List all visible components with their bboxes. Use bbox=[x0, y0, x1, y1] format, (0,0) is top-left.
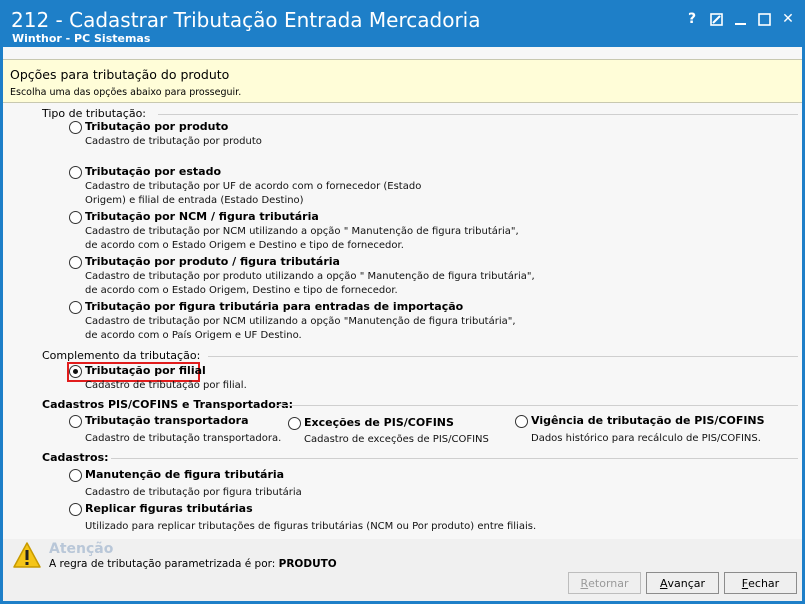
radio-vigencia-pis-cofins[interactable] bbox=[515, 415, 528, 428]
option-desc-ncm: Cadastro de tributação por NCM utilizand… bbox=[85, 226, 519, 251]
back-button[interactable]: Retornar bbox=[568, 572, 641, 594]
option-label-manutencao[interactable]: Manutenção de figura tributária bbox=[85, 468, 284, 481]
application-window: 212 - Cadastrar Tributação Entrada Merca… bbox=[0, 0, 805, 604]
back-rest: etornar bbox=[588, 576, 629, 590]
next-button[interactable]: Avançar bbox=[646, 572, 719, 594]
warning-title: Atenção bbox=[49, 541, 114, 557]
option-label-importacao[interactable]: Tributação por figura tributária para en… bbox=[85, 300, 463, 313]
radio-tributacao-filial[interactable] bbox=[69, 365, 82, 378]
close-rest: echar bbox=[748, 576, 780, 590]
radio-replicar-figuras[interactable] bbox=[69, 503, 82, 516]
option-desc-manutencao: Cadastro de tributação por figura tribut… bbox=[85, 487, 302, 498]
radio-tributacao-ncm[interactable] bbox=[69, 211, 82, 224]
option-desc-produto-figura: Cadastro de tributação por produto utili… bbox=[85, 271, 535, 296]
radio-tributacao-estado[interactable] bbox=[69, 166, 82, 179]
title-bar[interactable]: 212 - Cadastrar Tributação Entrada Merca… bbox=[3, 3, 802, 47]
option-label-filial[interactable]: Tributação por filial bbox=[85, 364, 206, 377]
radio-tributacao-produto[interactable] bbox=[69, 121, 82, 134]
warning-text: A regra de tributação parametrizada é po… bbox=[49, 558, 337, 570]
option-label-produto[interactable]: Tributação por produto bbox=[85, 120, 228, 133]
header-subtitle: Escolha uma das opções abaixo para pross… bbox=[10, 87, 242, 98]
header-title: Opções para tributação do produto bbox=[10, 67, 230, 82]
option-desc-importacao: Cadastro de tributação por NCM utilizand… bbox=[85, 316, 516, 341]
option-desc-replicar: Utilizado para replicar tributações de f… bbox=[85, 521, 537, 532]
radio-tributacao-importacao[interactable] bbox=[69, 301, 82, 314]
window-controls: ? ✕ bbox=[682, 9, 798, 29]
warning-icon bbox=[12, 541, 42, 572]
group-divider bbox=[208, 356, 798, 357]
footer-panel: Atenção A regra de tributação parametriz… bbox=[3, 539, 802, 601]
group-divider bbox=[277, 405, 798, 406]
warning-message: A regra de tributação parametrizada é po… bbox=[49, 558, 276, 570]
window-subtitle: Winthor - PC Sistemas bbox=[12, 32, 151, 45]
option-desc-transportadora: Cadastro de tributação transportadora. bbox=[85, 433, 282, 444]
close-icon[interactable]: ✕ bbox=[778, 9, 798, 29]
group-divider bbox=[158, 114, 798, 115]
minimize-icon[interactable] bbox=[730, 9, 750, 29]
options-panel: Tipo de tributação: Tributação por produ… bbox=[3, 103, 802, 541]
radio-excecoes-pis-cofins[interactable] bbox=[288, 417, 301, 430]
maximize-icon[interactable] bbox=[754, 9, 774, 29]
option-label-produto-figura[interactable]: Tributação por produto / figura tributár… bbox=[85, 255, 340, 268]
warning-value: PRODUTO bbox=[278, 558, 337, 570]
close-button[interactable]: Fechar bbox=[724, 572, 797, 594]
option-label-excecoes[interactable]: Exceções de PIS/COFINS bbox=[304, 416, 454, 429]
group-divider bbox=[111, 458, 798, 459]
option-label-replicar[interactable]: Replicar figuras tributárias bbox=[85, 502, 253, 515]
option-desc-filial: Cadastro de tributação por filial. bbox=[85, 380, 247, 391]
next-mnemonic: A bbox=[659, 576, 668, 590]
edit-icon[interactable] bbox=[706, 9, 726, 29]
radio-tributacao-transportadora[interactable] bbox=[69, 415, 82, 428]
back-mnemonic: R bbox=[580, 576, 589, 590]
group-label-tipo: Tipo de tributação: bbox=[42, 107, 147, 120]
option-desc-estado: Cadastro de tributação por UF de acordo … bbox=[85, 181, 422, 206]
radio-tributacao-produto-figura[interactable] bbox=[69, 256, 82, 269]
next-rest: vançar bbox=[667, 576, 706, 590]
option-desc-produto: Cadastro de tributação por produto bbox=[85, 136, 262, 147]
option-label-estado[interactable]: Tributação por estado bbox=[85, 165, 221, 178]
group-label-cadastros: Cadastros: bbox=[42, 451, 109, 464]
window-title: 212 - Cadastrar Tributação Entrada Merca… bbox=[11, 8, 481, 32]
group-label-pis: Cadastros PIS/COFINS e Transportadora: bbox=[42, 398, 294, 411]
group-label-complemento: Complemento da tributação: bbox=[42, 349, 201, 362]
header-panel: Opções para tributação do produto Escolh… bbox=[3, 59, 802, 103]
option-label-ncm[interactable]: Tributação por NCM / figura tributária bbox=[85, 210, 319, 223]
option-label-transportadora[interactable]: Tributação transportadora bbox=[85, 414, 249, 427]
option-label-vigencia[interactable]: Vigência de tributação de PIS/COFINS bbox=[531, 414, 765, 427]
radio-manutencao-figura[interactable] bbox=[69, 469, 82, 482]
option-desc-excecoes: Cadastro de exceções de PIS/COFINS bbox=[304, 434, 489, 445]
option-desc-vigencia: Dados histórico para recálculo de PIS/CO… bbox=[531, 433, 761, 444]
help-icon[interactable]: ? bbox=[682, 9, 702, 29]
